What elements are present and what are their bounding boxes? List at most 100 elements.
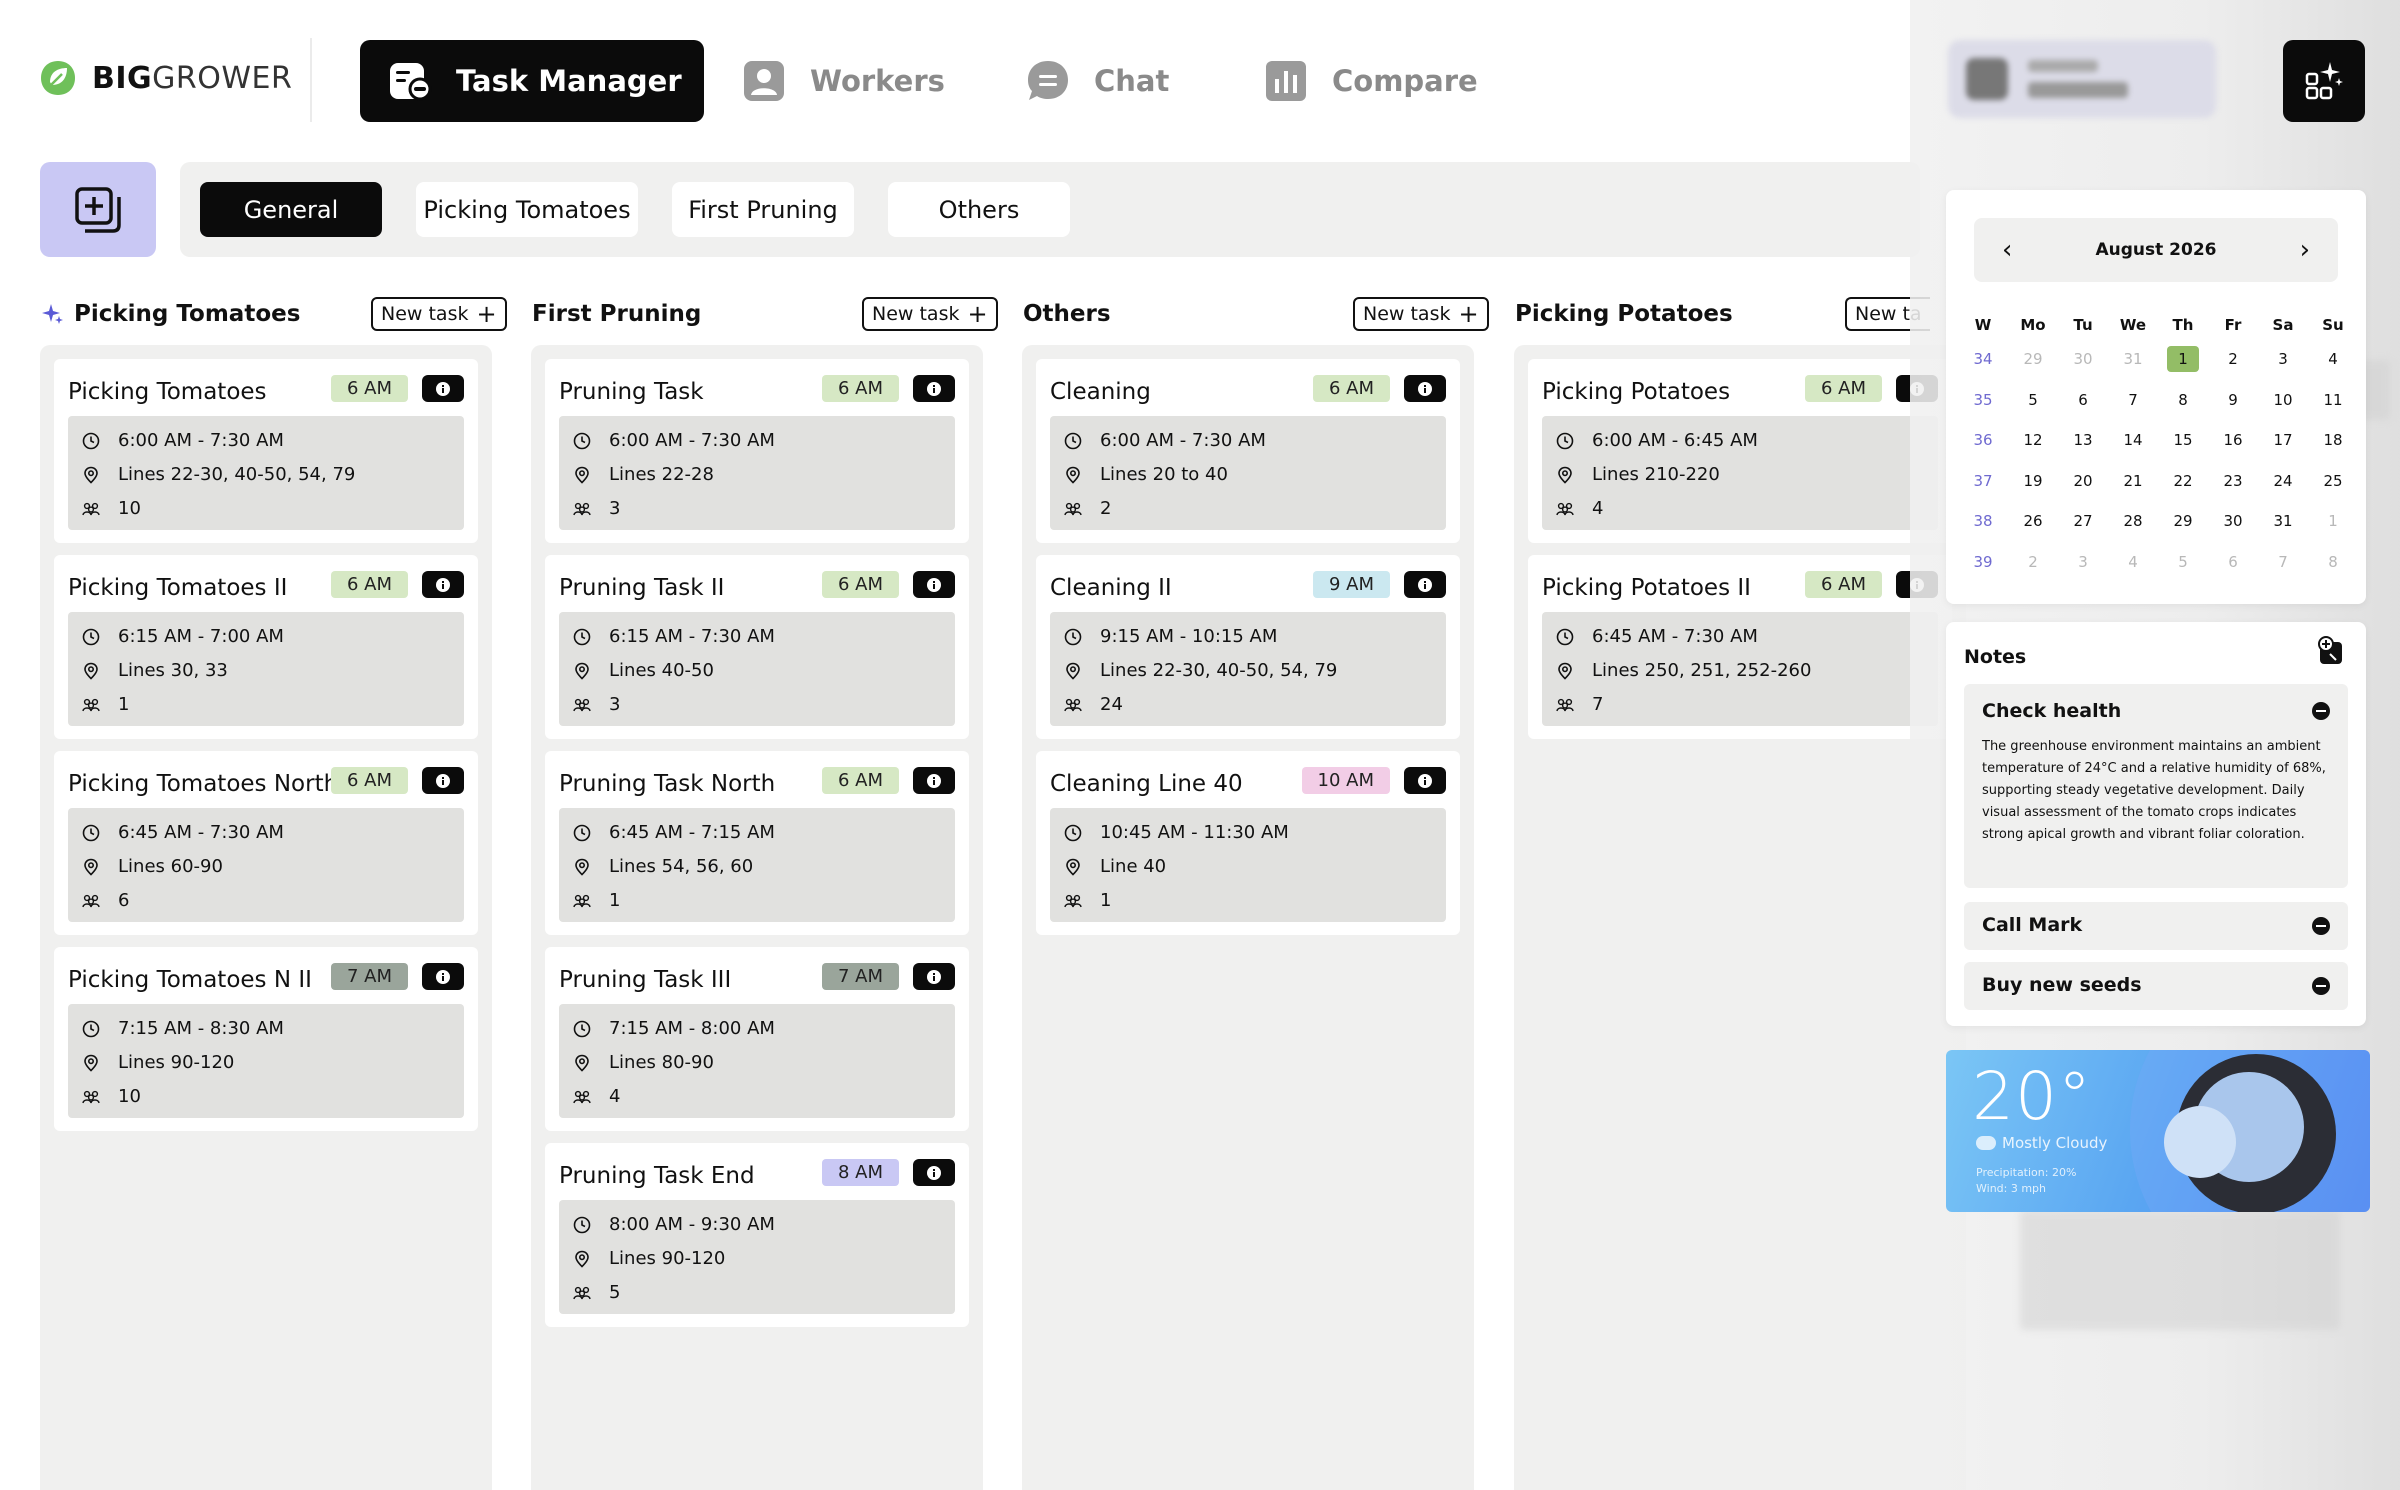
calendar-day[interactable]: 3	[2058, 543, 2108, 581]
weather-widget[interactable]: 20° Mostly Cloudy Precipitation: 20% Win…	[1946, 1050, 2370, 1212]
task-card[interactable]: Picking Tomatoes II 6 AM 6:15 AM - 7:00 AM…	[54, 555, 478, 739]
new-task-label: New task	[381, 303, 469, 325]
nav-workers[interactable]: Workers	[740, 40, 945, 122]
task-card[interactable]: Picking Potatoes II 6 AM 6:45 AM - 7:30 AM…	[1528, 555, 1952, 739]
calendar-day[interactable]: 31	[2108, 340, 2158, 378]
info-button[interactable]	[913, 1159, 955, 1186]
calendar-day[interactable]: 12	[2008, 421, 2058, 459]
note-item[interactable]: Buy new seeds	[1964, 962, 2348, 1010]
widgets-button[interactable]	[2283, 40, 2365, 122]
calendar-day[interactable]: 24	[2258, 462, 2308, 500]
calendar-day[interactable]: 5	[2008, 381, 2058, 419]
tab-general[interactable]: General	[200, 182, 382, 237]
calendar-day[interactable]: 30	[2058, 340, 2108, 378]
calendar-day[interactable]: 16	[2208, 421, 2258, 459]
location-pin-icon	[84, 1054, 98, 1072]
calendar-day[interactable]: 2	[2208, 340, 2258, 378]
info-button[interactable]	[913, 963, 955, 990]
info-button[interactable]	[422, 375, 464, 402]
task-card[interactable]: Picking Tomatoes 6 AM 6:00 AM - 7:30 AM Lin…	[54, 359, 478, 543]
calendar-day[interactable]: 29	[2008, 340, 2058, 378]
brand-logo[interactable]: BIGGROWER	[38, 58, 292, 98]
calendar-day[interactable]: 10	[2258, 381, 2308, 419]
calendar-day[interactable]: 1	[2308, 502, 2358, 540]
info-icon	[927, 1165, 941, 1180]
note-item[interactable]: Call Mark	[1964, 902, 2348, 950]
task-card[interactable]: Pruning Task End 8 AM 8:00 AM - 9:30 AM Lin…	[545, 1143, 969, 1327]
chevron-right-icon[interactable]: ›	[2300, 237, 2310, 263]
info-button[interactable]	[422, 571, 464, 598]
calendar-day[interactable]: 7	[2108, 381, 2158, 419]
task-card[interactable]: Pruning Task 6 AM 6:00 AM - 7:30 AM Lines 2…	[545, 359, 969, 543]
add-board-button[interactable]	[40, 162, 156, 257]
time-badge: 6 AM	[1312, 375, 1390, 402]
add-note-icon[interactable]	[2316, 636, 2346, 666]
info-button[interactable]	[1404, 571, 1446, 598]
task-card[interactable]: Picking Potatoes 6 AM 6:00 AM - 6:45 AM Lin…	[1528, 359, 1952, 543]
info-button[interactable]	[913, 571, 955, 598]
info-button[interactable]	[422, 767, 464, 794]
calendar-day[interactable]: 28	[2108, 502, 2158, 540]
new-task-button[interactable]: New task +	[862, 297, 998, 331]
task-card[interactable]: Pruning Task II 6 AM 6:15 AM - 7:30 AM Line…	[545, 555, 969, 739]
calendar-day[interactable]: 21	[2108, 462, 2158, 500]
collapse-icon[interactable]	[2312, 917, 2330, 935]
calendar-day[interactable]: 13	[2058, 421, 2108, 459]
chevron-left-icon[interactable]: ‹	[2002, 237, 2012, 263]
info-button[interactable]	[913, 375, 955, 402]
collapse-icon[interactable]	[2312, 702, 2330, 720]
calendar-day[interactable]: 27	[2058, 502, 2108, 540]
note-item[interactable]: Check health The greenhouse environment …	[1964, 684, 2348, 888]
calendar-day[interactable]: 7	[2258, 543, 2308, 581]
info-button[interactable]	[422, 963, 464, 990]
calendar-day[interactable]: 6	[2208, 543, 2258, 581]
calendar-day[interactable]: 4	[2308, 340, 2358, 378]
task-card[interactable]: Picking Tomatoes N II 7 AM 7:15 AM - 8:30 …	[54, 947, 478, 1131]
new-task-button[interactable]: New task +	[371, 297, 507, 331]
calendar-day[interactable]: 20	[2058, 462, 2108, 500]
task-card[interactable]: Pruning Task III 7 AM 7:15 AM - 8:00 AM Lin…	[545, 947, 969, 1131]
info-button[interactable]	[1404, 375, 1446, 402]
nav-chat[interactable]: Chat	[1024, 40, 1169, 122]
calendar-day[interactable]: 23	[2208, 462, 2258, 500]
task-workers-row: 5	[573, 1282, 620, 1303]
tab-others[interactable]: Others	[888, 182, 1070, 237]
calendar-day[interactable]: 30	[2208, 502, 2258, 540]
calendar-day[interactable]: 11	[2308, 381, 2358, 419]
calendar-day[interactable]: 17	[2258, 421, 2308, 459]
task-card[interactable]: Cleaning 6 AM 6:00 AM - 7:30 AM Lines 20 to…	[1036, 359, 1460, 543]
calendar-day-selected[interactable]: 1	[2158, 340, 2208, 378]
notes-widget: Notes Check health The greenhouse enviro…	[1946, 622, 2366, 1026]
calendar-day[interactable]: 4	[2108, 543, 2158, 581]
calendar-day[interactable]: 2	[2008, 543, 2058, 581]
task-title: Cleaning	[1050, 379, 1151, 405]
calendar-day[interactable]: 8	[2308, 543, 2358, 581]
calendar-day[interactable]: 6	[2058, 381, 2108, 419]
tab-first-pruning[interactable]: First Pruning	[672, 182, 854, 237]
calendar-day[interactable]: 9	[2208, 381, 2258, 419]
calendar-day[interactable]: 8	[2158, 381, 2208, 419]
tab-picking-tomatoes[interactable]: Picking Tomatoes	[416, 182, 638, 237]
nav-task-manager[interactable]: Task Manager	[360, 40, 704, 122]
task-card[interactable]: Cleaning Line 40 10 AM 10:45 AM - 11:30 AM…	[1036, 751, 1460, 935]
calendar-day[interactable]: 25	[2308, 462, 2358, 500]
calendar-day[interactable]: 29	[2158, 502, 2208, 540]
calendar-day[interactable]: 31	[2258, 502, 2308, 540]
nav-compare[interactable]: Compare	[1262, 40, 1478, 122]
info-button[interactable]	[913, 767, 955, 794]
calendar-day[interactable]: 22	[2158, 462, 2208, 500]
collapse-icon[interactable]	[2312, 977, 2330, 995]
new-task-button[interactable]: New task +	[1353, 297, 1489, 331]
task-card[interactable]: Picking Tomatoes North 6 AM 6:45 AM - 7:30…	[54, 751, 478, 935]
calendar-day[interactable]: 3	[2258, 340, 2308, 378]
calendar-day[interactable]: 5	[2158, 543, 2208, 581]
calendar-day[interactable]: 14	[2108, 421, 2158, 459]
calendar-day[interactable]: 26	[2008, 502, 2058, 540]
calendar-day[interactable]: 19	[2008, 462, 2058, 500]
calendar-day[interactable]: 15	[2158, 421, 2208, 459]
calendar-day-label: 17	[2273, 431, 2293, 449]
task-card[interactable]: Pruning Task North 6 AM 6:45 AM - 7:15 AM L…	[545, 751, 969, 935]
task-card[interactable]: Cleaning II 9 AM 9:15 AM - 10:15 AM Lines 2…	[1036, 555, 1460, 739]
calendar-day[interactable]: 18	[2308, 421, 2358, 459]
info-button[interactable]	[1404, 767, 1446, 794]
